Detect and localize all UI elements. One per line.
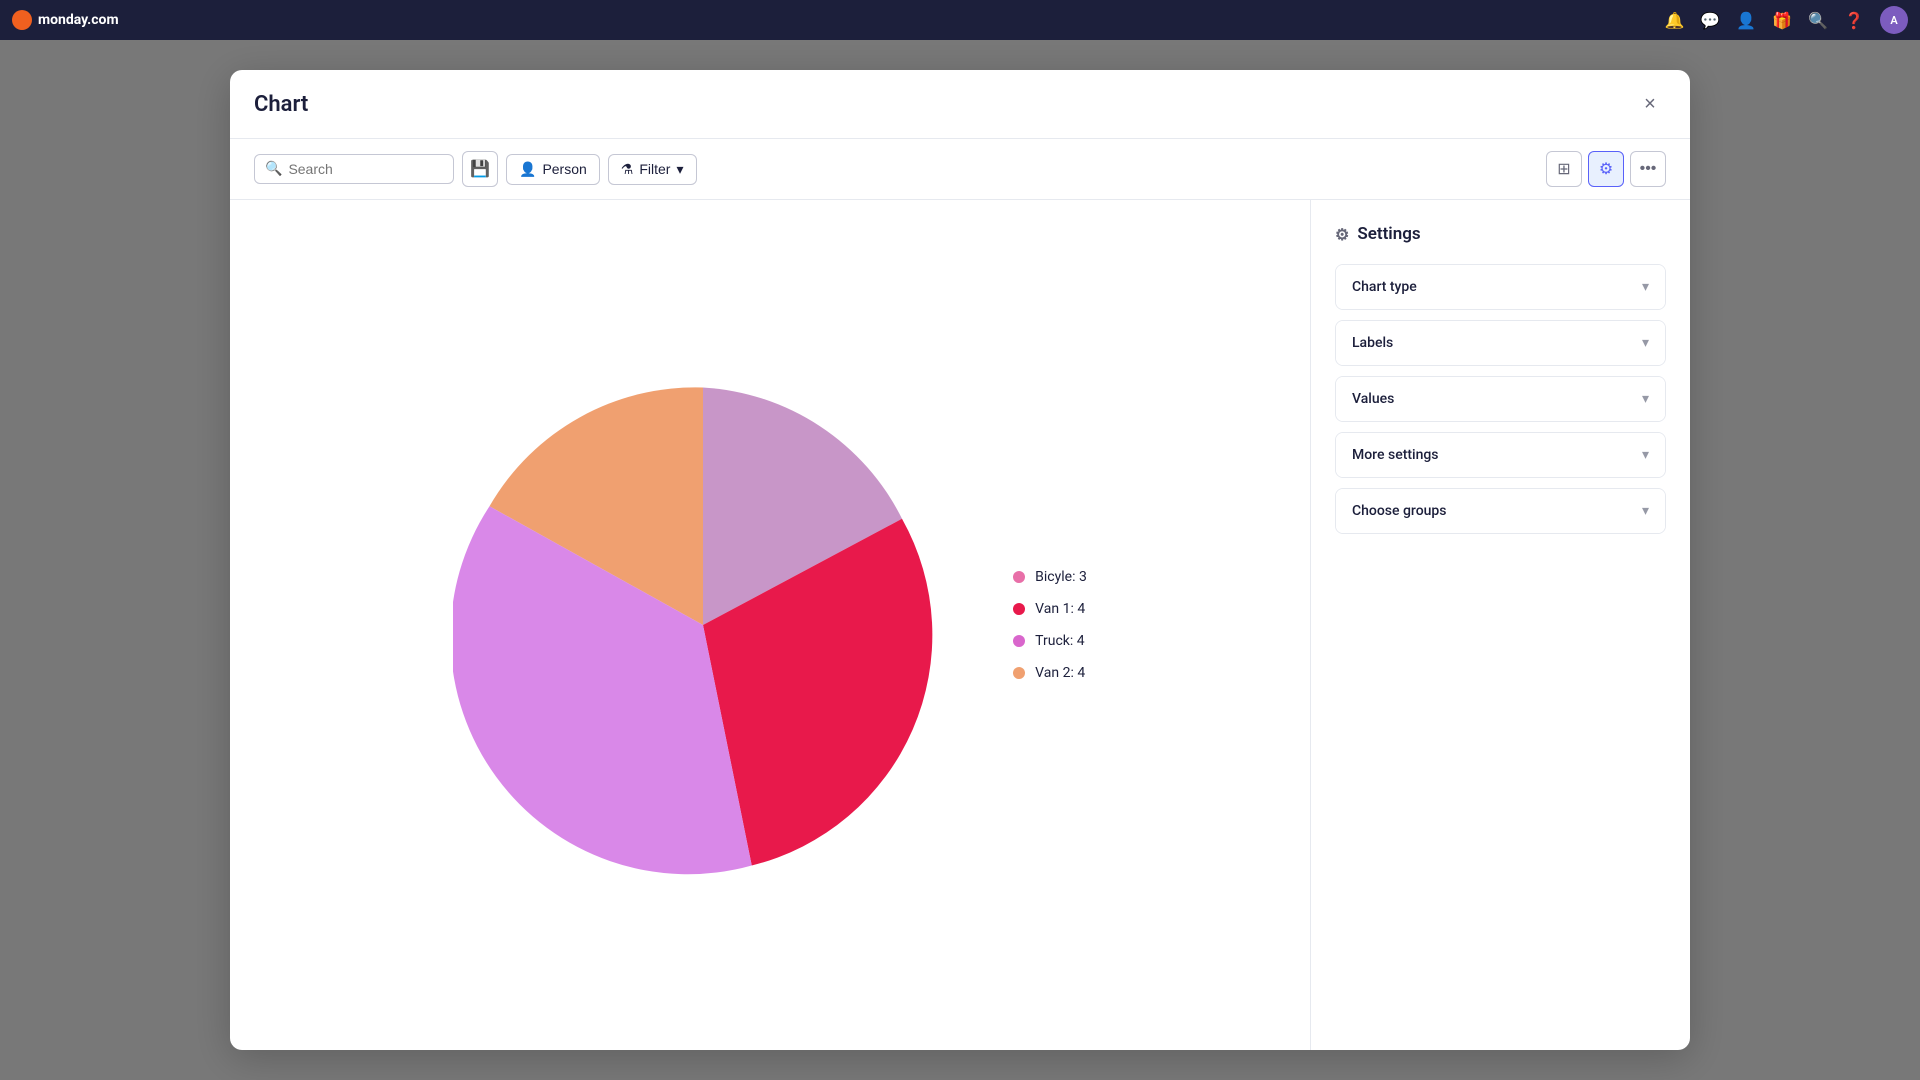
list-item: Van 2: 4 (1013, 665, 1087, 681)
avatar[interactable]: A (1880, 6, 1908, 34)
layout-button[interactable]: ⊞ (1546, 151, 1582, 187)
more-settings-header[interactable]: More settings ▾ (1336, 433, 1665, 477)
bell-icon[interactable]: 🔔 (1664, 11, 1684, 30)
more-settings-label: More settings (1352, 447, 1439, 463)
choose-groups-chevron-icon: ▾ (1642, 503, 1649, 519)
truck-legend-label: Truck: 4 (1035, 633, 1084, 649)
labels-chevron-icon: ▾ (1642, 335, 1649, 351)
choose-groups-label: Choose groups (1352, 503, 1447, 519)
values-accordion: Values ▾ (1335, 376, 1666, 422)
values-label: Values (1352, 391, 1394, 407)
van1-legend-label: Van 1: 4 (1035, 601, 1085, 617)
search-icon: 🔍 (265, 161, 282, 177)
list-item: Bicyle: 3 (1013, 569, 1087, 585)
search-input[interactable] (288, 161, 443, 177)
save-button[interactable]: 💾 (462, 151, 498, 187)
chart-legend: Bicyle: 3 Van 1: 4 Truck: 4 Van 2: (1013, 569, 1087, 681)
list-item: Van 1: 4 (1013, 601, 1087, 617)
help-icon[interactable]: ❓ (1844, 11, 1864, 30)
filter-label: Filter (639, 161, 670, 177)
more-icon: ••• (1640, 160, 1657, 178)
chart-type-header[interactable]: Chart type ▾ (1336, 265, 1665, 309)
more-settings-chevron-icon: ▾ (1642, 447, 1649, 463)
van1-legend-dot (1013, 603, 1025, 615)
person-button[interactable]: 👤 Person (506, 154, 600, 185)
more-settings-accordion: More settings ▾ (1335, 432, 1666, 478)
chart-container: Bicyle: 3 Van 1: 4 Truck: 4 Van 2: (453, 375, 1087, 875)
truck-legend-dot (1013, 635, 1025, 647)
values-header[interactable]: Values ▾ (1336, 377, 1665, 421)
search-box[interactable]: 🔍 (254, 154, 454, 184)
list-item: Truck: 4 (1013, 633, 1087, 649)
logo-icon (12, 10, 32, 30)
gift-icon[interactable]: 🎁 (1772, 11, 1792, 30)
choose-groups-accordion: Choose groups ▾ (1335, 488, 1666, 534)
person-icon: 👤 (519, 161, 536, 178)
app-name: monday.com (38, 12, 119, 28)
settings-title: ⚙ Settings (1335, 224, 1666, 244)
settings-panel: ⚙ Settings Chart type ▾ Labels ▾ (1310, 200, 1690, 1050)
modal-title: Chart (254, 92, 1634, 117)
toolbar-right: ⊞ ⚙ ••• (1546, 151, 1666, 187)
labels-accordion: Labels ▾ (1335, 320, 1666, 366)
topbar: monday.com 🔔 💬 👤 🎁 🔍 ❓ A (0, 0, 1920, 40)
close-button[interactable]: × (1634, 88, 1666, 120)
app-logo[interactable]: monday.com (12, 10, 119, 30)
filter-chevron-icon: ▾ (676, 161, 683, 178)
van2-legend-label: Van 2: 4 (1035, 665, 1085, 681)
modal-overlay: Chart × 🔍 💾 👤 Person ⚗ Filter ▾ (0, 40, 1920, 1080)
pie-svg (453, 375, 953, 875)
chat-icon[interactable]: 💬 (1700, 11, 1720, 30)
search-topbar-icon[interactable]: 🔍 (1808, 11, 1828, 30)
labels-label: Labels (1352, 335, 1393, 351)
save-icon: 💾 (470, 159, 490, 179)
bicycle-legend-dot (1013, 571, 1025, 583)
chart-type-chevron-icon: ▾ (1642, 279, 1649, 295)
modal-header: Chart × (230, 70, 1690, 139)
profile-icon[interactable]: 👤 (1736, 11, 1756, 30)
settings-gear-icon: ⚙ (1335, 225, 1349, 244)
gear-icon: ⚙ (1599, 159, 1613, 179)
pie-chart (453, 375, 953, 875)
values-chevron-icon: ▾ (1642, 391, 1649, 407)
chart-modal: Chart × 🔍 💾 👤 Person ⚗ Filter ▾ (230, 70, 1690, 1050)
settings-heading: Settings (1357, 224, 1420, 244)
settings-toggle-button[interactable]: ⚙ (1588, 151, 1624, 187)
chart-type-accordion: Chart type ▾ (1335, 264, 1666, 310)
chart-area: Bicyle: 3 Van 1: 4 Truck: 4 Van 2: (230, 200, 1310, 1050)
modal-body: Bicyle: 3 Van 1: 4 Truck: 4 Van 2: (230, 200, 1690, 1050)
person-label: Person (542, 161, 586, 177)
layout-icon: ⊞ (1557, 159, 1570, 179)
labels-header[interactable]: Labels ▾ (1336, 321, 1665, 365)
filter-icon: ⚗ (621, 161, 634, 178)
bicycle-legend-label: Bicyle: 3 (1035, 569, 1087, 585)
topbar-icons: 🔔 💬 👤 🎁 🔍 ❓ A (1664, 6, 1908, 34)
modal-toolbar: 🔍 💾 👤 Person ⚗ Filter ▾ ⊞ ⚙ (230, 139, 1690, 200)
van2-legend-dot (1013, 667, 1025, 679)
more-options-button[interactable]: ••• (1630, 151, 1666, 187)
filter-button[interactable]: ⚗ Filter ▾ (608, 154, 697, 185)
choose-groups-header[interactable]: Choose groups ▾ (1336, 489, 1665, 533)
chart-type-label: Chart type (1352, 279, 1417, 295)
